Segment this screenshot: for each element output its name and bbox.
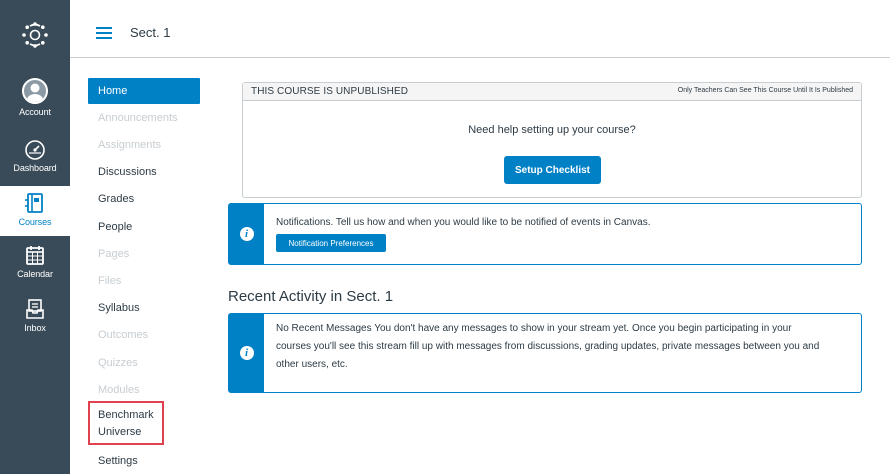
- notifications-alert: i Notifications. Tell us how and when yo…: [228, 203, 862, 265]
- course-nav-announcements[interactable]: Announcements: [88, 105, 200, 131]
- dashboard-gauge-icon: [25, 140, 45, 160]
- benchmark-universe-label-line: Benchmark: [98, 409, 154, 421]
- course-nav-grades[interactable]: Grades: [88, 186, 200, 212]
- course-nav-discussions[interactable]: Discussions: [88, 159, 200, 185]
- notifications-alert-sidebar: i: [229, 204, 264, 264]
- user-avatar-icon: [22, 78, 48, 104]
- benchmark-universe-label-line: Universe: [98, 426, 142, 438]
- calendar-icon: [26, 246, 44, 265]
- recent-activity-message-line-1: No Recent Messages You don't have any me…: [276, 323, 792, 334]
- canvas-logo-icon[interactable]: [0, 0, 70, 70]
- course-nav-benchmark-universe[interactable]: Benchmark Universe: [88, 401, 164, 445]
- nav-calendar[interactable]: Calendar: [0, 244, 70, 279]
- recent-activity-alert-sidebar: i: [229, 314, 264, 392]
- course-nav-pages[interactable]: Pages: [88, 241, 200, 267]
- recent-activity-alert: i No Recent Messages You don't have any …: [228, 313, 862, 393]
- nav-dashboard-label: Dashboard: [13, 163, 57, 173]
- nav-account[interactable]: Account: [0, 78, 70, 117]
- recent-activity-message-line-2: courses you'll see this stream fill up w…: [276, 341, 820, 352]
- course-nav-syllabus[interactable]: Syllabus: [88, 295, 200, 321]
- info-icon: i: [239, 346, 254, 360]
- nav-calendar-label: Calendar: [17, 269, 53, 279]
- nav-inbox[interactable]: Inbox: [0, 298, 70, 333]
- global-navigation: Account Dashboard Courses Calendar Inbox: [0, 0, 70, 474]
- recent-activity-message: No Recent Messages You don't have any me…: [276, 320, 856, 374]
- unpublished-note: Only Teachers Can See This Course Until …: [677, 87, 853, 94]
- course-nav-home[interactable]: Home: [88, 78, 200, 104]
- nav-dashboard[interactable]: Dashboard: [0, 138, 70, 173]
- notifications-text: Notifications. Tell us how and when you …: [276, 217, 651, 228]
- setup-checklist-button[interactable]: Setup Checklist: [504, 156, 601, 184]
- recent-activity-heading: Recent Activity in Sect. 1: [228, 288, 394, 305]
- course-nav-settings[interactable]: Settings: [88, 448, 200, 474]
- unpublished-title: THIS COURSE IS UNPUBLISHED: [251, 86, 409, 97]
- setup-help-text: Need help setting up your course?: [468, 124, 636, 136]
- info-icon: i: [239, 227, 254, 241]
- notification-preferences-button[interactable]: Notification Preferences: [276, 234, 386, 252]
- courses-book-icon: [25, 193, 43, 213]
- course-nav-modules[interactable]: Modules: [88, 377, 200, 403]
- course-header: Sect. 1: [70, 0, 890, 58]
- unpublished-panel-header: THIS COURSE IS UNPUBLISHED Only Teachers…: [243, 83, 861, 101]
- nav-courses-label: Courses: [18, 217, 52, 227]
- course-unpublished-panel: THIS COURSE IS UNPUBLISHED Only Teachers…: [242, 82, 862, 198]
- nav-courses[interactable]: Courses: [0, 186, 70, 236]
- recent-activity-message-line-3: other users, etc.: [276, 359, 348, 370]
- nav-inbox-label: Inbox: [24, 323, 46, 333]
- breadcrumb-course-title[interactable]: Sect. 1: [130, 25, 170, 40]
- hamburger-menu-icon[interactable]: [96, 27, 112, 39]
- course-nav-outcomes[interactable]: Outcomes: [88, 322, 200, 348]
- course-nav-quizzes[interactable]: Quizzes: [88, 350, 200, 376]
- course-nav-files[interactable]: Files: [88, 268, 200, 294]
- course-nav-people[interactable]: People: [88, 214, 200, 240]
- nav-account-label: Account: [19, 107, 51, 117]
- inbox-icon: [26, 299, 44, 319]
- course-nav-assignments[interactable]: Assignments: [88, 132, 200, 158]
